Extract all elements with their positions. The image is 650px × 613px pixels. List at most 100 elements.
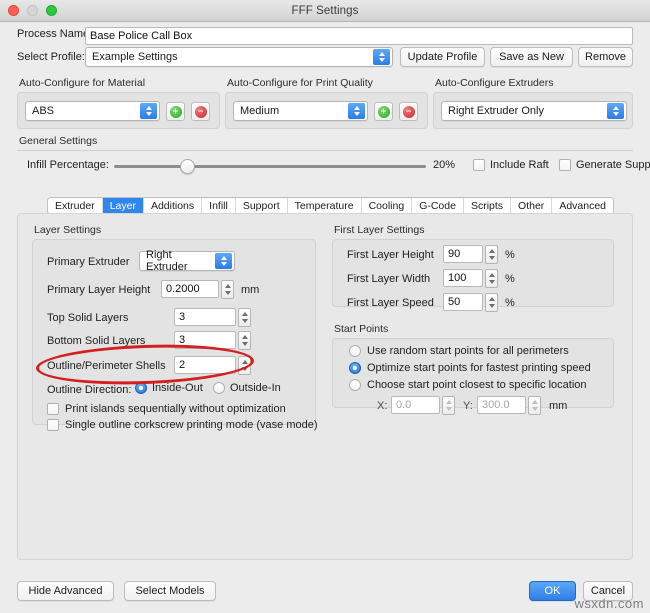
vase-mode-row[interactable]: Single outline corkscrew printing mode (… [47,419,318,431]
tab-support[interactable]: Support [235,198,288,214]
material-dropdown[interactable]: ABS [25,101,160,121]
tab-additions[interactable]: Additions [143,198,203,214]
plus-icon: + [169,105,182,118]
print-islands-checkbox[interactable] [47,403,59,415]
remove-material-button[interactable]: − [191,102,210,121]
primary-layer-height-label: Primary Layer Height [47,284,151,296]
infill-slider-thumb[interactable] [180,159,195,174]
first-layer-width-stepper[interactable] [485,269,498,288]
outside-in-label: Outside-In [230,382,281,394]
first-layer-height-input[interactable]: 90 [443,245,483,263]
outline-perimeter-shells-stepper[interactable] [238,356,251,375]
add-material-button[interactable]: + [166,102,185,121]
watermark: wsxdn.com [574,596,644,611]
specific-start-point-row[interactable]: Choose start point closest to specific l… [349,379,587,391]
remove-quality-button[interactable]: − [399,102,418,121]
include-raft-checkbox[interactable] [473,159,485,171]
infill-percentage-label: Infill Percentage: [27,159,109,171]
print-quality-dropdown[interactable]: Medium [233,101,368,121]
tab-cooling[interactable]: Cooling [361,198,413,214]
tab-extruder[interactable]: Extruder [48,198,103,214]
specific-start-point-label: Choose start point closest to specific l… [367,379,587,391]
start-point-x-input[interactable]: 0.0 [391,396,440,414]
select-profile-dropdown[interactable]: Example Settings [85,47,393,67]
outline-direction-label: Outline Direction: [47,384,132,396]
bottom-solid-layers-label: Bottom Solid Layers [47,335,146,347]
tab-other[interactable]: Other [511,198,553,214]
first-layer-height-stepper[interactable] [485,245,498,264]
first-layer-speed-label: First Layer Speed [347,297,434,309]
save-as-new-button[interactable]: Save as New [490,47,573,67]
process-name-input[interactable]: Base Police Call Box [85,27,633,45]
start-point-y-stepper[interactable] [528,396,541,415]
update-profile-button[interactable]: Update Profile [400,47,485,67]
primary-layer-height-stepper[interactable] [221,280,234,299]
minus-icon: − [194,105,207,118]
infill-slider-track[interactable] [114,165,426,168]
top-solid-layers-stepper[interactable] [238,308,251,327]
tab-infill[interactable]: Infill [202,198,236,214]
top-solid-layers-input[interactable]: 3 [174,308,236,326]
infill-percentage-value: 20% [433,159,456,171]
tab-advanced[interactable]: Advanced [552,198,614,214]
print-islands-row[interactable]: Print islands sequentially without optim… [47,403,286,415]
outline-perimeter-shells-label: Outline/Perimeter Shells [47,360,166,372]
outside-in-radio[interactable] [213,382,225,394]
random-start-points-row[interactable]: Use random start points for all perimete… [349,345,569,357]
first-layer-speed-input[interactable]: 50 [443,293,483,311]
random-start-points-label: Use random start points for all perimete… [367,345,569,357]
chevron-updown-icon [140,103,157,119]
start-point-unit: mm [549,400,568,412]
start-point-x-stepper[interactable] [442,396,455,415]
start-points-group: Start Points Use random start points for… [332,323,614,415]
first-layer-settings-group: First Layer Settings First Layer Height … [332,224,614,312]
first-layer-settings-title: First Layer Settings [334,224,425,236]
inside-out-label: Inside-Out [152,382,203,394]
tab-g-code[interactable]: G-Code [412,198,464,214]
tab-layer[interactable]: Layer [102,198,144,214]
random-start-points-radio[interactable] [349,345,361,357]
remove-button[interactable]: Remove [578,47,633,67]
first-layer-width-input[interactable]: 100 [443,269,483,287]
first-layer-height-label: First Layer Height [347,249,434,261]
auto-configure-material-title: Auto-Configure for Material [19,77,146,89]
inside-out-radio-row[interactable]: Inside-Out [135,382,203,394]
ok-button[interactable]: OK [529,581,576,601]
first-layer-speed-stepper[interactable] [485,293,498,312]
outside-in-radio-row[interactable]: Outside-In [213,382,281,394]
hide-advanced-button[interactable]: Hide Advanced [17,581,114,601]
generate-support-checkbox[interactable] [559,159,571,171]
include-raft-label: Include Raft [490,159,549,171]
tab-temperature[interactable]: Temperature [287,198,362,214]
start-point-x-label: X: [377,400,388,412]
start-point-y-label: Y: [463,400,473,412]
optimize-start-points-radio[interactable] [349,362,361,374]
specific-start-point-radio[interactable] [349,379,361,391]
bottom-solid-layers-stepper[interactable] [238,331,251,350]
outline-perimeter-shells-input[interactable]: 2 [174,356,236,374]
auto-configure-extruders-group: Auto-Configure Extruders Right Extruder … [433,77,633,129]
primary-extruder-dropdown[interactable]: Right Extruder [139,249,235,273]
tab-scripts[interactable]: Scripts [463,198,512,214]
vase-mode-checkbox[interactable] [47,419,59,431]
inside-out-radio[interactable] [135,382,147,394]
primary-layer-height-input[interactable]: 0.2000 [161,280,219,298]
start-point-y-input[interactable]: 300.0 [477,396,526,414]
process-name-row: Process Name: [17,28,92,40]
primary-layer-height-unit: mm [241,284,260,296]
optimize-start-points-row[interactable]: Optimize start points for fastest printi… [349,362,591,374]
extruders-dropdown[interactable]: Right Extruder Only [441,101,627,121]
window-title: FFF Settings [291,4,359,17]
select-profile-value: Example Settings [92,51,178,63]
extruders-value: Right Extruder Only [448,105,544,117]
primary-extruder-label: Primary Extruder [47,256,130,268]
select-models-button[interactable]: Select Models [124,581,216,601]
layer-settings-title: Layer Settings [34,224,102,236]
generate-support-row[interactable]: Generate Support [559,159,650,171]
add-quality-button[interactable]: + [374,102,393,121]
include-raft-row[interactable]: Include Raft [473,159,549,171]
bottom-solid-layers-input[interactable]: 3 [174,331,236,349]
first-layer-width-unit: % [505,273,515,285]
auto-configure-quality-group: Auto-Configure for Print Quality Medium … [225,77,428,129]
general-settings-title: General Settings [19,135,98,147]
